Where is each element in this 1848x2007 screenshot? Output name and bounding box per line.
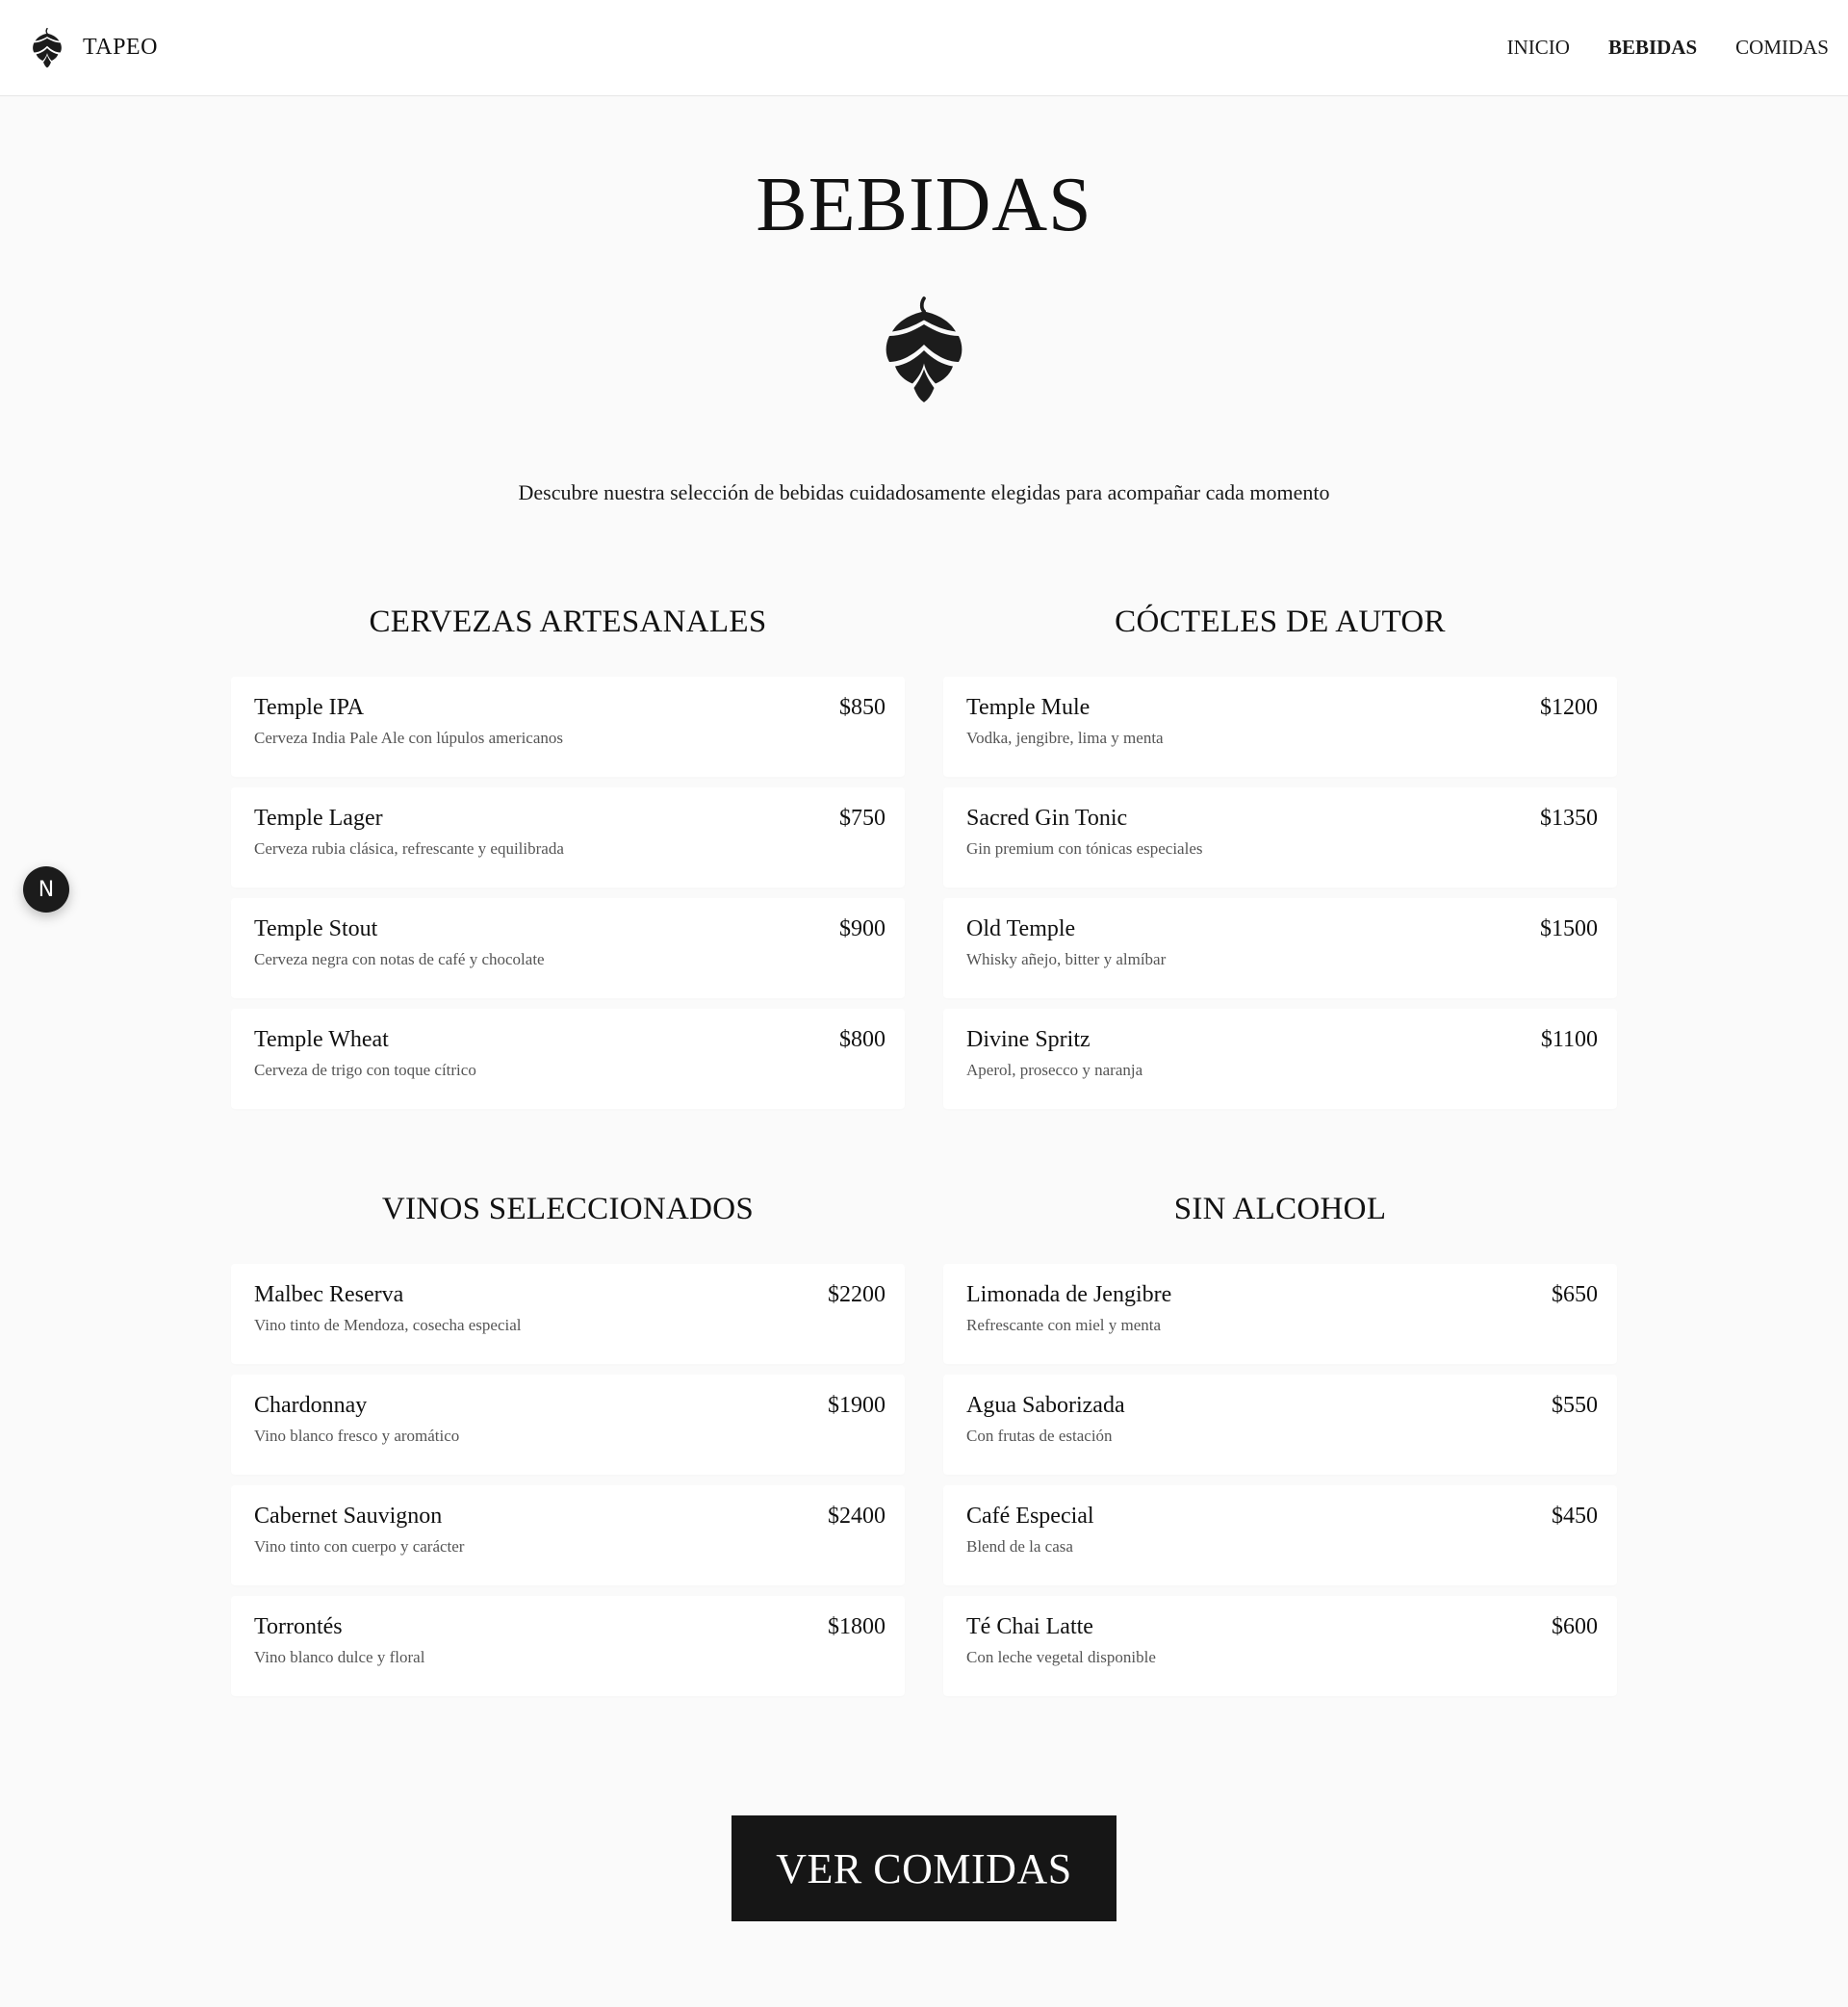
item-name: Temple Wheat bbox=[254, 1027, 389, 1052]
item-description: Blend de la casa bbox=[966, 1537, 1073, 1556]
menu-item[interactable]: Cabernet Sauvignon $2400 Vino tinto con c… bbox=[231, 1485, 905, 1585]
item-description: Vino tinto de Mendoza, cosecha especial bbox=[254, 1316, 522, 1334]
item-description: Con frutas de estación bbox=[966, 1427, 1113, 1445]
item-price: $2200 bbox=[828, 1282, 886, 1307]
menu-list: Temple IPA $850 Cerveza India Pale Ale co… bbox=[231, 677, 905, 1109]
item-price: $900 bbox=[839, 916, 886, 941]
page-title: BEBIDAS bbox=[756, 163, 1092, 247]
item-price: $1200 bbox=[1540, 695, 1598, 720]
section-cocteles: CÓCTELES DE AUTOR Temple Mule $1200 Vodka… bbox=[943, 598, 1617, 1119]
item-name: Temple Mule bbox=[966, 695, 1091, 720]
menu-item[interactable]: Temple Stout $900 Cerveza negra con notas… bbox=[231, 898, 905, 998]
main-nav: INICIO BEBIDAS COMIDAS bbox=[1507, 36, 1829, 60]
item-description: Con leche vegetal disponible bbox=[966, 1648, 1156, 1666]
menu-item[interactable]: Old Temple $1500 Whisky añejo, bitter y a… bbox=[943, 898, 1617, 998]
menu-item[interactable]: Temple Wheat $800 Cerveza de trigo con to… bbox=[231, 1009, 905, 1109]
menu-item[interactable]: Té Chai Latte $600 Con leche vegetal disp… bbox=[943, 1596, 1617, 1696]
item-price: $1800 bbox=[828, 1614, 886, 1639]
item-description: Vodka, jengibre, lima y menta bbox=[966, 729, 1164, 747]
item-description: Cerveza de trigo con toque cítrico bbox=[254, 1061, 476, 1079]
item-name: Divine Spritz bbox=[966, 1027, 1091, 1052]
item-price: $1900 bbox=[828, 1393, 886, 1418]
menu-item[interactable]: Torrontés $1800 Vino blanco dulce y flora… bbox=[231, 1596, 905, 1696]
item-name: Temple Stout bbox=[254, 916, 378, 941]
item-description: Cerveza rubia clásica, refrescante y equ… bbox=[254, 839, 564, 858]
item-price: $750 bbox=[839, 806, 886, 831]
item-description: Cerveza India Pale Ale con lúpulos ameri… bbox=[254, 729, 563, 747]
item-name: Temple Lager bbox=[254, 806, 383, 831]
item-description: Vino tinto con cuerpo y carácter bbox=[254, 1537, 465, 1556]
item-price: $600 bbox=[1552, 1614, 1598, 1639]
item-price: $800 bbox=[839, 1027, 886, 1052]
menu-item[interactable]: Temple Mule $1200 Vodka, jengibre, lima y… bbox=[943, 677, 1617, 777]
item-price: $1350 bbox=[1540, 806, 1598, 831]
menu-list: Malbec Reserva $2200 Vino tinto de Mendoz… bbox=[231, 1264, 905, 1696]
badge-letter: N bbox=[38, 877, 55, 902]
brand[interactable]: TAPEO bbox=[31, 27, 158, 68]
item-description: Vino blanco dulce y floral bbox=[254, 1648, 425, 1666]
item-price: $1100 bbox=[1540, 1027, 1598, 1052]
menu-list: Limonada de Jengibre $650 Refrescante con… bbox=[943, 1264, 1617, 1696]
menu-item[interactable]: Sacred Gin Tonic $1350 Gin premium con tó… bbox=[943, 787, 1617, 888]
item-name: Agua Saborizada bbox=[966, 1393, 1125, 1418]
item-price: $450 bbox=[1552, 1504, 1598, 1529]
menu-item[interactable]: Divine Spritz $1100 Aperol, prosecco y na… bbox=[943, 1009, 1617, 1109]
item-description: Cerveza negra con notas de café y chocol… bbox=[254, 950, 545, 968]
item-name: Chardonnay bbox=[254, 1393, 368, 1418]
item-price: $850 bbox=[839, 695, 886, 720]
intro-text: Descubre nuestra selección de bebidas cu… bbox=[518, 480, 1330, 504]
item-description: Vino blanco fresco y aromático bbox=[254, 1427, 460, 1445]
item-description: Whisky añejo, bitter y almíbar bbox=[966, 950, 1167, 968]
ver-comidas-button[interactable]: VER COMIDAS bbox=[732, 1815, 1116, 1921]
top-navbar: TAPEO INICIO BEBIDAS COMIDAS bbox=[0, 0, 1848, 96]
menu-item[interactable]: Malbec Reserva $2200 Vino tinto de Mendoz… bbox=[231, 1264, 905, 1364]
nav-link-comidas[interactable]: COMIDAS bbox=[1735, 36, 1829, 60]
item-name: Café Especial bbox=[966, 1504, 1094, 1529]
menu-list: Temple Mule $1200 Vodka, jengibre, lima y… bbox=[943, 677, 1617, 1109]
item-price: $650 bbox=[1552, 1282, 1598, 1307]
menu-item[interactable]: Agua Saborizada $550 Con frutas de estaci… bbox=[943, 1375, 1617, 1475]
menu-item[interactable]: Temple IPA $850 Cerveza India Pale Ale co… bbox=[231, 677, 905, 777]
item-description: Gin premium con tónicas especiales bbox=[966, 839, 1203, 858]
section-cervezas: CERVEZAS ARTESANALES Temple IPA $850 Cerv… bbox=[231, 598, 905, 1119]
item-name: Malbec Reserva bbox=[254, 1282, 404, 1307]
section-title: CERVEZAS ARTESANALES bbox=[369, 605, 767, 639]
item-name: Old Temple bbox=[966, 916, 1076, 941]
item-name: Sacred Gin Tonic bbox=[966, 806, 1128, 831]
menu-item[interactable]: Temple Lager $750 Cerveza rubia clásica, … bbox=[231, 787, 905, 888]
item-price: $550 bbox=[1552, 1393, 1598, 1418]
item-price: $2400 bbox=[828, 1504, 886, 1529]
item-name: Torrontés bbox=[254, 1614, 343, 1639]
menu-item[interactable]: Chardonnay $1900 Vino blanco fresco y aro… bbox=[231, 1375, 905, 1475]
menu-item[interactable]: Limonada de Jengibre $650 Refrescante con… bbox=[943, 1264, 1617, 1364]
item-name: Temple IPA bbox=[254, 695, 365, 720]
hop-icon bbox=[881, 296, 967, 404]
nav-link-bebidas[interactable]: BEBIDAS bbox=[1608, 36, 1697, 60]
section-title: CÓCTELES DE AUTOR bbox=[1115, 605, 1446, 639]
nav-link-inicio[interactable]: INICIO bbox=[1507, 36, 1570, 60]
hop-icon bbox=[31, 27, 64, 68]
brand-name: TAPEO bbox=[83, 35, 158, 60]
dev-tools-badge[interactable]: N bbox=[23, 866, 69, 913]
section-vinos: VINOS SELECCIONADOS Malbec Reserva $2200 … bbox=[231, 1185, 905, 1707]
section-title: SIN ALCOHOL bbox=[1173, 1192, 1387, 1226]
section-sin-alcohol: SIN ALCOHOL Limonada de Jengibre $650 Ref… bbox=[943, 1185, 1617, 1707]
menu-item[interactable]: Café Especial $450 Blend de la casa bbox=[943, 1485, 1617, 1585]
item-description: Aperol, prosecco y naranja bbox=[966, 1061, 1143, 1079]
item-name: Té Chai Latte bbox=[966, 1614, 1093, 1639]
item-name: Cabernet Sauvignon bbox=[254, 1504, 443, 1529]
item-price: $1500 bbox=[1540, 916, 1598, 941]
item-name: Limonada de Jengibre bbox=[966, 1282, 1172, 1307]
item-description: Refrescante con miel y menta bbox=[966, 1316, 1162, 1334]
section-title: VINOS SELECCIONADOS bbox=[381, 1192, 755, 1226]
